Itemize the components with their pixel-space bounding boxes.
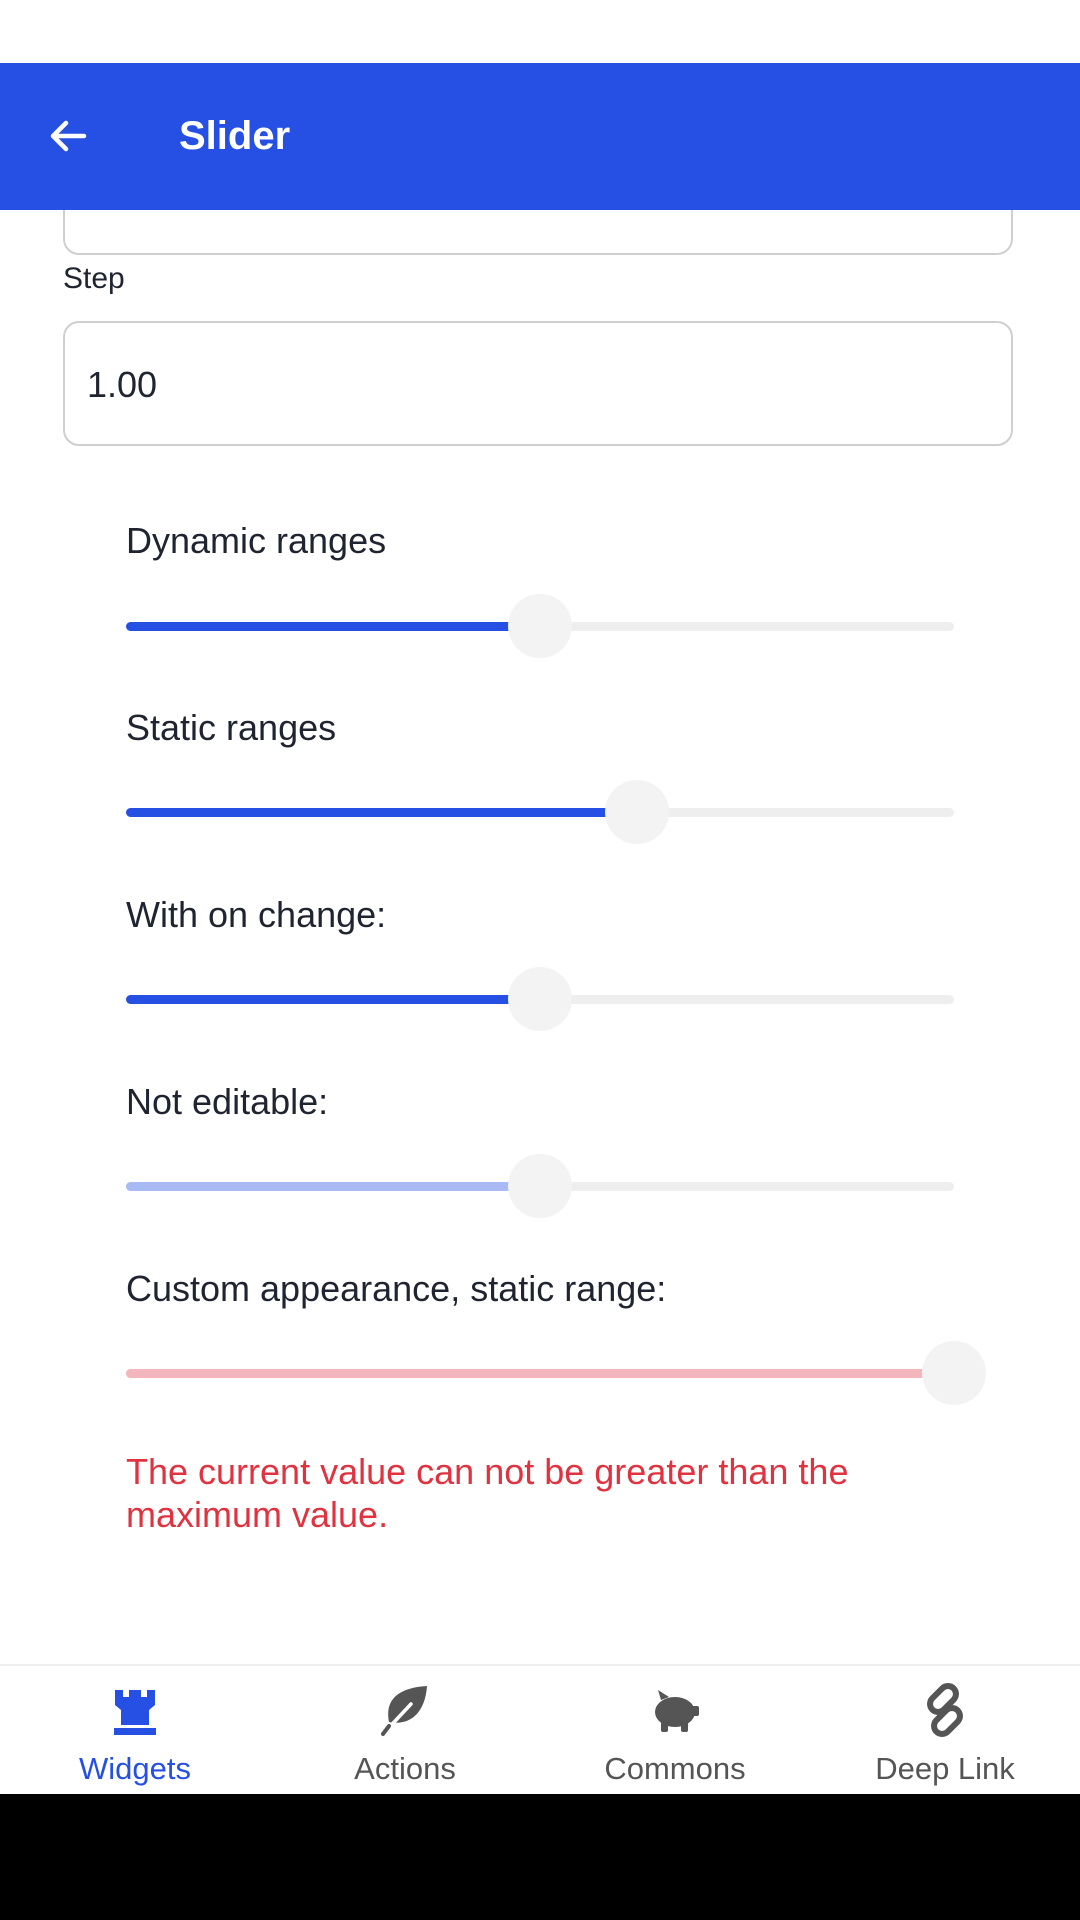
link-icon xyxy=(927,1683,963,1737)
step-input[interactable] xyxy=(85,323,989,446)
back-button[interactable] xyxy=(32,100,104,172)
leaf-icon xyxy=(381,1686,427,1736)
app-bar: Slider xyxy=(0,63,1080,210)
bottom-navigation: Widgets Actions Commons Deep Link xyxy=(0,1664,1080,1794)
slider-dynamic-ranges[interactable] xyxy=(126,594,954,658)
piggy-bank-icon xyxy=(655,1690,699,1732)
slider-with-on-change[interactable] xyxy=(126,967,954,1031)
nav-label: Deep Link xyxy=(875,1751,1015,1786)
error-message: The current value can not be greater tha… xyxy=(126,1451,849,1535)
step-label: Step xyxy=(63,262,125,295)
slider-fill xyxy=(126,1182,540,1191)
slider-fill xyxy=(126,622,540,631)
slider-custom-appearance[interactable] xyxy=(126,1341,986,1405)
slider-fill xyxy=(126,808,637,817)
slider-label-with-on-change: With on change: xyxy=(126,894,387,935)
nav-label: Actions xyxy=(354,1751,456,1786)
slider-fill xyxy=(126,1369,954,1378)
slider-label-static-ranges: Static ranges xyxy=(126,707,337,748)
slider-not-editable xyxy=(126,1154,954,1218)
back-arrow-icon xyxy=(50,120,87,152)
slider-label-custom-appearance: Custom appearance, static range: xyxy=(126,1268,667,1309)
screen: Slider Step Dynamic ranges Static ranges… xyxy=(0,0,1080,1920)
nav-item-widgets[interactable]: Widgets xyxy=(0,1666,270,1794)
slider-label-not-editable: Not editable: xyxy=(126,1081,329,1122)
content-scroll[interactable]: Step Dynamic ranges Static ranges With o… xyxy=(0,210,1080,1664)
rook-icon xyxy=(114,1690,156,1735)
slider-thumb[interactable] xyxy=(508,967,572,1031)
slider-thumb[interactable] xyxy=(508,594,572,658)
nav-item-deep-link[interactable]: Deep Link xyxy=(810,1666,1080,1794)
nav-item-actions[interactable]: Actions xyxy=(270,1666,540,1794)
nav-label: Widgets xyxy=(79,1751,191,1786)
status-bar xyxy=(0,0,1080,63)
slider-thumb[interactable] xyxy=(922,1341,986,1405)
slider-fill xyxy=(126,995,540,1004)
nav-label: Commons xyxy=(604,1751,746,1786)
previous-field[interactable] xyxy=(63,210,1013,255)
slider-static-ranges[interactable] xyxy=(126,780,954,844)
system-navigation-bar xyxy=(0,1794,1080,1920)
slider-thumb xyxy=(508,1154,572,1218)
nav-item-commons[interactable]: Commons xyxy=(540,1666,810,1794)
page-title: Slider xyxy=(179,114,291,158)
step-field[interactable] xyxy=(63,321,1013,446)
slider-thumb[interactable] xyxy=(604,780,669,844)
slider-label-dynamic-ranges: Dynamic ranges xyxy=(126,520,387,561)
